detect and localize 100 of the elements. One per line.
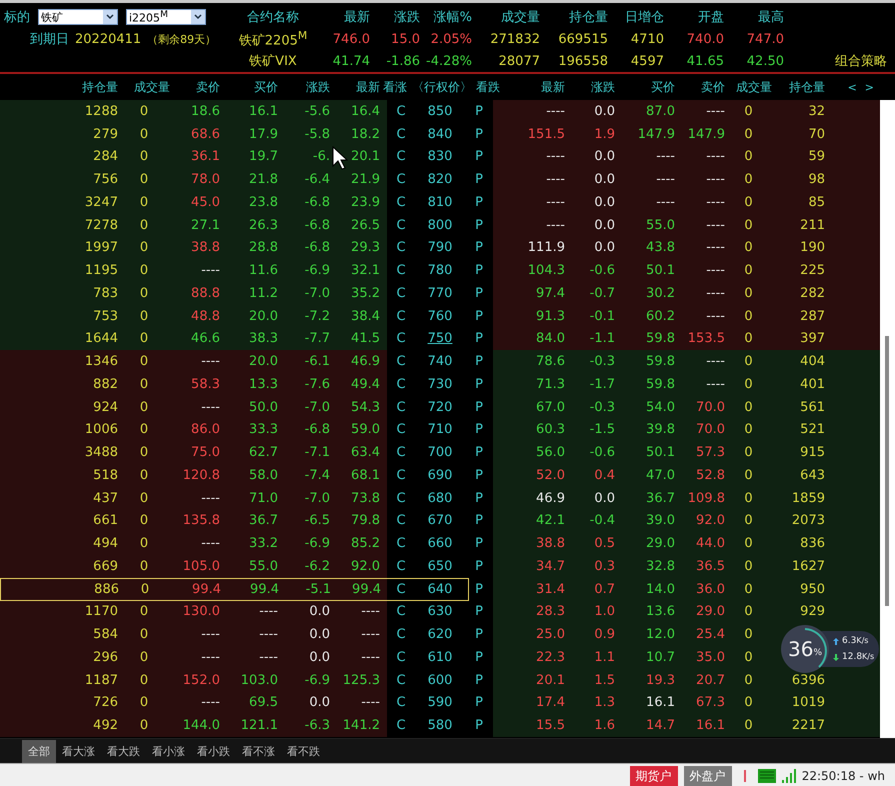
price-cell: ---- [656,194,675,210]
call-row[interactable]: 1170 0 130.0 ---- 0.0 ---- [0,600,387,624]
put-row[interactable]: 67.0 -0.3 54.0 70.0 0 561 [493,396,880,418]
scroll-arrow[interactable]: < [848,80,857,94]
put-row[interactable]: 151.5 1.9 147.9 147.9 0 70 [493,122,880,146]
call-row[interactable]: 1644 0 46.6 38.3 -7.7 41.5 [0,328,387,350]
put-row[interactable]: ---- 0.0 ---- ---- 0 59 [493,146,880,168]
account-button[interactable]: 期货户 [630,766,678,786]
product-dropdown[interactable]: 铁矿 [38,9,118,25]
call-row[interactable]: 924 0 ---- 50.0 -7.0 54.3 [0,396,387,418]
put-row[interactable]: 104.3 -0.6 50.1 ---- 0 225 [493,259,880,282]
call-label: C [395,218,407,233]
put-row[interactable]: 15.5 1.6 14.7 16.1 0 2217 [493,714,880,737]
call-row[interactable]: 492 0 144.0 121.1 -6.3 141.2 [0,714,387,737]
put-row[interactable]: 17.4 1.3 16.1 67.3 0 1019 [493,692,880,714]
volume-cell: 0 [744,672,753,688]
scrollbar[interactable] [880,100,895,738]
call-row[interactable]: 882 0 58.3 13.3 -7.6 49.4 [0,373,387,396]
call-row[interactable]: 494 0 ---- 33.2 -6.9 85.2 [0,532,387,555]
call-row[interactable]: 661 0 135.8 36.7 -6.5 79.8 [0,510,387,532]
price-cell: 0.0 [309,604,330,620]
contract-dropdown[interactable]: i2205$^{M}$ [126,9,206,25]
quote-value: 271832 [489,32,540,46]
call-row[interactable]: 1187 0 152.0 103.0 -6.9 125.3 [0,668,387,692]
strike-price: 790 [426,240,454,256]
put-row[interactable]: 71.3 -1.7 59.8 ---- 0 401 [493,373,880,396]
account-button[interactable]: 外盘户 [684,766,732,786]
price-cell: -6.8 [304,422,330,438]
put-row[interactable]: 42.1 -0.4 39.0 92.0 0 2073 [493,510,880,532]
put-row[interactable]: 46.9 0.0 36.7 109.8 0 1859 [493,486,880,510]
call-row[interactable]: 296 0 ---- ---- 0.0 ---- [0,646,387,669]
open-interest-cell: 661 [93,513,118,528]
open-interest-cell: 753 [93,308,118,324]
filter-tab[interactable]: 看大跌 [101,740,146,762]
call-row[interactable]: 7278 0 27.1 26.3 -6.8 26.5 [0,214,387,236]
price-cell: 36.7 [646,490,675,506]
put-row[interactable]: 31.4 0.7 14.0 36.0 0 950 [493,578,880,600]
call-row[interactable]: 1195 0 ---- 11.6 -6.9 32.1 [0,259,387,282]
put-row[interactable]: 34.7 0.3 32.8 36.5 0 1627 [493,555,880,578]
strike-price: 630 [426,604,454,620]
call-row[interactable]: 3488 0 75.0 62.7 -7.1 63.4 [0,441,387,464]
put-row[interactable]: 111.9 0.0 43.8 ---- 0 190 [493,236,880,260]
open-interest-cell: 98 [808,172,825,188]
volume-cell: 0 [140,149,148,164]
call-row[interactable]: 1346 0 ---- 20.0 -6.1 46.9 [0,350,387,373]
put-row[interactable]: 84.0 -1.1 59.8 153.5 0 397 [493,328,880,350]
filter-tab[interactable]: 看不跌 [281,740,326,762]
price-cell: 85.2 [351,536,380,552]
scroll-arrow[interactable]: > [864,80,874,94]
put-row[interactable]: 28.3 1.0 13.6 29.0 0 929 [493,600,880,624]
call-row[interactable]: 1006 0 86.0 33.3 -6.8 59.0 [0,418,387,442]
call-row[interactable]: 753 0 48.8 20.0 -7.2 38.4 [0,304,387,328]
put-row[interactable]: 20.1 1.5 19.3 20.7 0 6396 [493,668,880,692]
put-row[interactable]: ---- 0.0 87.0 ---- 0 32 [493,100,880,123]
put-row[interactable]: ---- 0.0 55.0 ---- 0 211 [493,214,880,236]
price-cell: 52.8 [696,468,725,483]
price-cell: 71.0 [249,490,278,506]
price-cell: 84.0 [536,331,565,346]
put-row[interactable]: 91.3 -0.1 60.2 ---- 0 287 [493,304,880,328]
filter-tab[interactable]: 全部 [22,740,56,762]
quote-value: 4597 [630,54,664,68]
price-cell: 18.6 [191,104,220,119]
call-row[interactable]: 783 0 88.8 11.2 -7.0 35.2 [0,282,387,305]
call-row[interactable]: 3247 0 45.0 23.8 -6.8 23.9 [0,191,387,214]
put-row[interactable]: 78.6 -0.3 59.8 ---- 0 404 [493,350,880,373]
filter-tab[interactable]: 看小涨 [146,740,191,762]
quote-value: 15.0 [390,32,420,46]
price-cell: 45.0 [191,194,220,210]
strategy-link[interactable]: 组合策略 [784,52,895,70]
put-row[interactable]: 52.0 0.4 47.0 52.8 0 643 [493,464,880,487]
call-row[interactable]: 1288 0 18.6 16.1 -5.6 16.4 [0,100,387,123]
price-cell: 21.9 [351,172,380,188]
price-cell: 135.8 [182,513,220,528]
put-row[interactable]: ---- 0.0 ---- ---- 0 85 [493,191,880,214]
filter-tab[interactable]: 看小跌 [191,740,236,762]
call-row[interactable]: 279 0 68.6 17.9 -5.8 18.2 [0,122,387,146]
filter-tab[interactable]: 看不涨 [236,740,281,762]
put-row[interactable]: 38.8 0.5 29.0 44.0 0 836 [493,532,880,555]
call-row[interactable]: 1997 0 38.8 28.8 -6.8 29.3 [0,236,387,260]
volume-cell: 0 [744,286,753,301]
put-row[interactable]: ---- 0.0 ---- ---- 0 98 [493,168,880,191]
open-interest-cell: 225 [800,263,825,278]
call-label: C [395,604,407,620]
open-interest-cell: 397 [800,331,825,346]
call-row[interactable]: 886 0 99.4 99.4 -5.1 99.4 [0,578,387,600]
put-row[interactable]: 60.3 -1.5 39.8 70.0 0 521 [493,418,880,442]
price-cell: 52.0 [536,468,565,483]
column-header: 卖价 [195,78,220,96]
call-row[interactable]: 518 0 120.8 58.0 -7.4 68.1 [0,464,387,487]
filter-tab[interactable]: 看大涨 [56,740,101,762]
call-row[interactable]: 756 0 78.0 21.8 -6.4 21.9 [0,168,387,191]
call-row[interactable]: 669 0 105.0 55.0 -6.2 92.0 [0,555,387,578]
open-interest-cell: 669 [93,558,118,574]
call-row[interactable]: 726 0 ---- 69.5 0.0 ---- [0,692,387,714]
quote-value: 669515 [557,32,608,46]
put-row[interactable]: 97.4 -0.7 30.2 ---- 0 282 [493,282,880,305]
call-row[interactable]: 284 0 36.1 19.7 -6. 20.1 [0,146,387,168]
call-row[interactable]: 437 0 ---- 71.0 -7.0 73.8 [0,486,387,510]
call-row[interactable]: 584 0 ---- ---- 0.0 ---- [0,623,387,646]
put-row[interactable]: 56.0 -0.6 50.1 57.3 0 915 [493,441,880,464]
